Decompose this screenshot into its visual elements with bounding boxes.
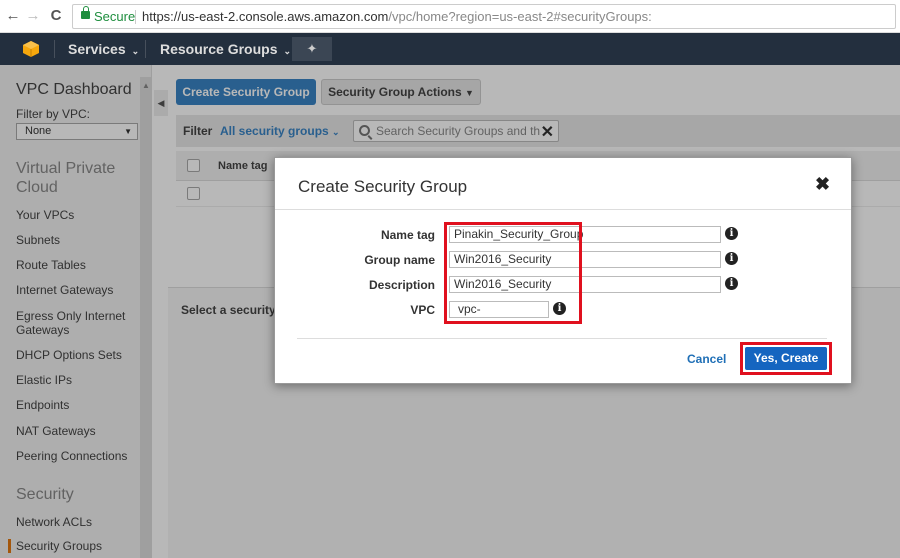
nav-divider — [54, 40, 55, 58]
lock-icon — [81, 6, 90, 19]
resource-groups-menu[interactable]: Resource Groups ⌄ — [160, 33, 291, 65]
dialog-divider — [297, 338, 827, 339]
chevron-down-icon: ⌄ — [131, 46, 140, 56]
url-path: /vpc/home?region=us-east-2#securityGroup… — [388, 9, 652, 24]
address-bar[interactable]: Secure https://us-east-2.console.aws.ama… — [72, 4, 896, 29]
vpc-label: VPC — [410, 303, 435, 317]
info-icon[interactable]: i — [725, 277, 738, 290]
chevron-down-icon: ⌄ — [283, 46, 292, 56]
url-text: https://us-east-2.console.aws.amazon.com… — [142, 5, 652, 28]
url-separator — [135, 10, 136, 24]
fields-highlight-box — [444, 222, 582, 324]
reload-icon[interactable]: C — [47, 7, 65, 25]
forward-arrow-icon[interactable]: → — [24, 7, 42, 25]
create-security-group-dialog: Create Security Group ✖ Name tag Pinakin… — [274, 157, 852, 384]
url-host: https://us-east-2.console.aws.amazon.com — [142, 9, 389, 24]
name-tag-label: Name tag — [380, 228, 435, 242]
pin-icon[interactable]: ✦ — [292, 37, 332, 61]
info-icon[interactable]: i — [725, 227, 738, 240]
confirm-highlight-box: Yes, Create — [740, 342, 832, 375]
cancel-button[interactable]: Cancel — [687, 352, 726, 366]
yes-create-button[interactable]: Yes, Create — [745, 347, 827, 370]
description-label: Description — [368, 278, 435, 292]
group-name-label: Group name — [364, 253, 435, 267]
close-icon[interactable]: ✖ — [815, 174, 830, 195]
services-label: Services — [68, 41, 126, 57]
aws-cube-icon[interactable] — [22, 40, 40, 58]
browser-toolbar: ← → C Secure https://us-east-2.console.a… — [0, 0, 900, 33]
services-menu[interactable]: Services ⌄ — [68, 33, 139, 65]
aws-top-nav: Services ⌄ Resource Groups ⌄ ✦ — [0, 33, 900, 65]
dialog-header: Create Security Group ✖ — [275, 158, 851, 210]
back-arrow-icon[interactable]: ← — [4, 7, 22, 25]
nav-divider — [145, 40, 146, 58]
secure-label: Secure — [94, 9, 136, 24]
dialog-title: Create Security Group — [298, 177, 468, 196]
info-icon[interactable]: i — [725, 252, 738, 265]
resource-groups-label: Resource Groups — [160, 41, 278, 57]
